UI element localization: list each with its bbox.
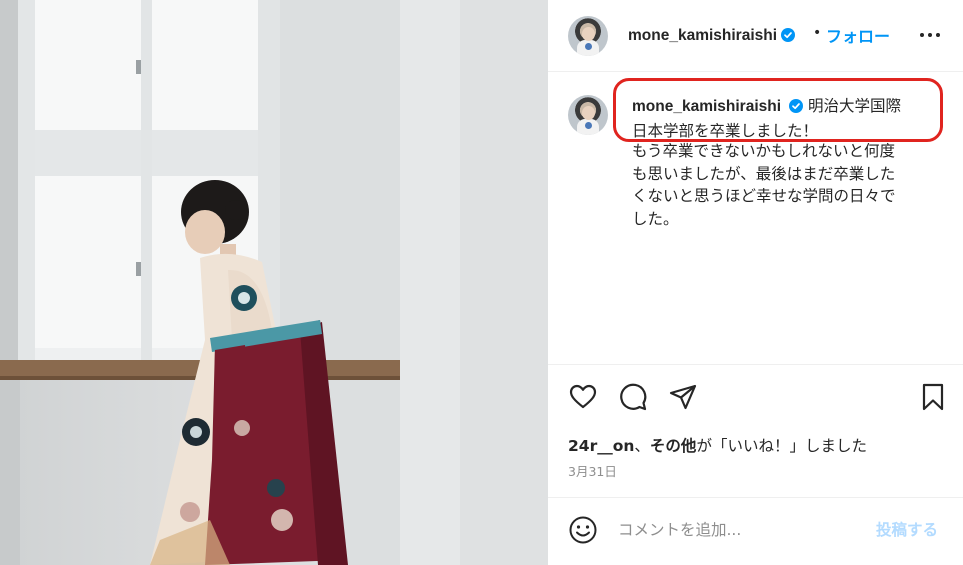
post-image [0,0,548,565]
likes-others-link[interactable]: その他 [650,437,697,455]
action-bar [548,378,963,418]
paper-plane-icon[interactable] [668,382,698,412]
likes-separator: 、 [634,437,650,455]
comment-icon[interactable] [618,382,648,412]
avatar[interactable] [568,16,608,56]
caption-avatar-detail [585,122,592,129]
comment-input[interactable] [618,517,858,543]
bookmark-icon[interactable] [918,382,948,412]
caption-avatar-face [582,106,595,120]
post-photo[interactable] [0,0,548,565]
post-date[interactable]: 3月31日 [568,461,617,480]
emoji-icon[interactable] [568,515,598,545]
avatar-detail [585,43,592,50]
caption-area: mone_kamishiraishi 明治大学国際 日本学部を卒業しました！ も… [548,73,963,365]
post-header: mone_kamishiraishi • フォロー [548,0,963,72]
more-options-icon[interactable] [918,22,942,46]
post-details-panel: mone_kamishiraishi • フォロー mone_kamishira… [548,0,963,565]
comment-bar: 投稿する [548,497,963,565]
avatar-face [582,27,595,41]
likes-summary: 24r__on、その他が「いいね！」しました [568,434,867,456]
caption-avatar[interactable] [568,95,608,135]
post-comment-button[interactable]: 投稿する [876,518,938,540]
highlight-annotation [613,78,943,142]
likes-user-link[interactable]: 24r__on [568,437,634,455]
follow-button[interactable]: フォロー [826,23,890,47]
header-username-wrap: mone_kamishiraishi [628,25,796,46]
caption-text-line: も思いましたが、最後はまだ卒業した [632,164,896,183]
heart-icon[interactable] [568,382,598,412]
caption-text-line: もう卒業できないかもしれないと何度 [632,142,896,160]
caption-text-line: した。 [632,209,679,228]
separator-dot: • [813,25,822,41]
caption-text-line: くないと思うほど幸せな学問の日々で [632,187,896,205]
verified-badge-icon [781,27,796,46]
likes-suffix: が「いいね！」しました [696,437,867,455]
header-username[interactable]: mone_kamishiraishi [628,27,777,44]
